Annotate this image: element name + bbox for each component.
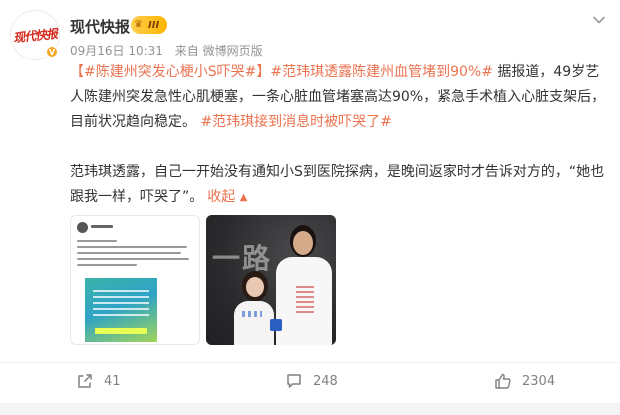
like-count: 2304 bbox=[522, 373, 556, 389]
post-meta: 09月16日 10:31 来自 微博网页版 bbox=[70, 42, 263, 59]
thumb-line bbox=[77, 264, 137, 266]
comment-button[interactable]: 248 bbox=[285, 363, 338, 399]
post-source: 来自 微博网页版 bbox=[174, 44, 263, 58]
feed-gap bbox=[0, 403, 620, 415]
paragraph-2: 范玮琪透露，自己一开始没有通知小S到医院探病，是晚间返家时才告诉对方的，“她也跟… bbox=[70, 160, 608, 210]
crown-icon: ♛ bbox=[134, 19, 143, 30]
post-image-2[interactable]: 一路 bbox=[206, 215, 336, 345]
thumb-card-line bbox=[93, 308, 149, 310]
thumb-line bbox=[77, 258, 189, 260]
avatar-logo: 现代快报 bbox=[12, 26, 58, 45]
repost-button[interactable]: 41 bbox=[76, 363, 121, 399]
thumb-line bbox=[77, 240, 117, 242]
chevron-down-icon[interactable] bbox=[592, 12, 606, 26]
photo-shirt-pattern bbox=[242, 311, 262, 317]
photo-man-face bbox=[293, 231, 313, 255]
comment-count: 248 bbox=[313, 373, 338, 389]
collapse-button[interactable]: 收起 ▲ bbox=[207, 189, 247, 205]
thumb-card-line bbox=[93, 314, 149, 316]
thumb-card-line bbox=[93, 296, 149, 298]
paragraph-2-text: 范玮琪透露，自己一开始没有通知小S到医院探病，是晚间返家时才告诉对方的，“她也跟… bbox=[70, 164, 605, 205]
post-time[interactable]: 09月16日 10:31 bbox=[70, 44, 163, 58]
thumb-name-line bbox=[91, 225, 113, 228]
photo-badge bbox=[270, 319, 282, 331]
thumb-header bbox=[77, 222, 195, 234]
badge-level: III bbox=[148, 19, 160, 31]
comment-icon bbox=[287, 374, 301, 388]
like-button[interactable]: 2304 bbox=[494, 363, 555, 399]
post-image-1[interactable] bbox=[70, 215, 200, 345]
thumb-card-line bbox=[93, 290, 149, 292]
thumb-line bbox=[77, 246, 187, 248]
author-name[interactable]: 现代快报 bbox=[70, 16, 130, 37]
post-content: 【#陈建州突发心梗小S吓哭#】#范玮琪透露陈建州血管堵到90%# 据报道，49岁… bbox=[70, 60, 608, 210]
paragraph-1: 【#陈建州突发心梗小S吓哭#】#范玮琪透露陈建州血管堵到90%# 据报道，49岁… bbox=[70, 60, 608, 135]
weibo-post-card: 现代快报 V 现代快报 ♛ III 09月16日 10:31 来自 微博网页版 … bbox=[0, 0, 620, 415]
verified-icon: V bbox=[45, 45, 59, 59]
member-badge[interactable]: ♛ III bbox=[131, 16, 167, 34]
photo-person-woman bbox=[234, 301, 274, 345]
topic-link-2[interactable]: #范玮琪透露陈建州血管堵到90%# bbox=[270, 64, 493, 80]
thumb-card-highlight bbox=[95, 328, 147, 334]
repost-icon bbox=[78, 374, 92, 388]
repost-count: 41 bbox=[104, 373, 121, 389]
photo-shirt-print bbox=[296, 285, 314, 313]
thumb-line bbox=[77, 252, 181, 254]
action-bar: 41 248 2304 bbox=[0, 363, 620, 403]
topic-link-1[interactable]: 【#陈建州突发心梗小S吓哭#】 bbox=[70, 64, 270, 80]
thumb-avatar bbox=[77, 222, 88, 233]
thumbs-up-icon bbox=[495, 373, 511, 389]
caret-up-icon: ▲ bbox=[239, 192, 248, 203]
thumb-attached-card bbox=[85, 278, 157, 342]
thumb-card-line bbox=[93, 302, 149, 304]
topic-link-3[interactable]: #范玮琪接到消息时被吓哭了# bbox=[200, 114, 391, 130]
photo-backdrop-text: 一路 bbox=[212, 242, 273, 275]
collapse-label: 收起 bbox=[207, 189, 236, 205]
photo-woman-face bbox=[246, 277, 264, 297]
